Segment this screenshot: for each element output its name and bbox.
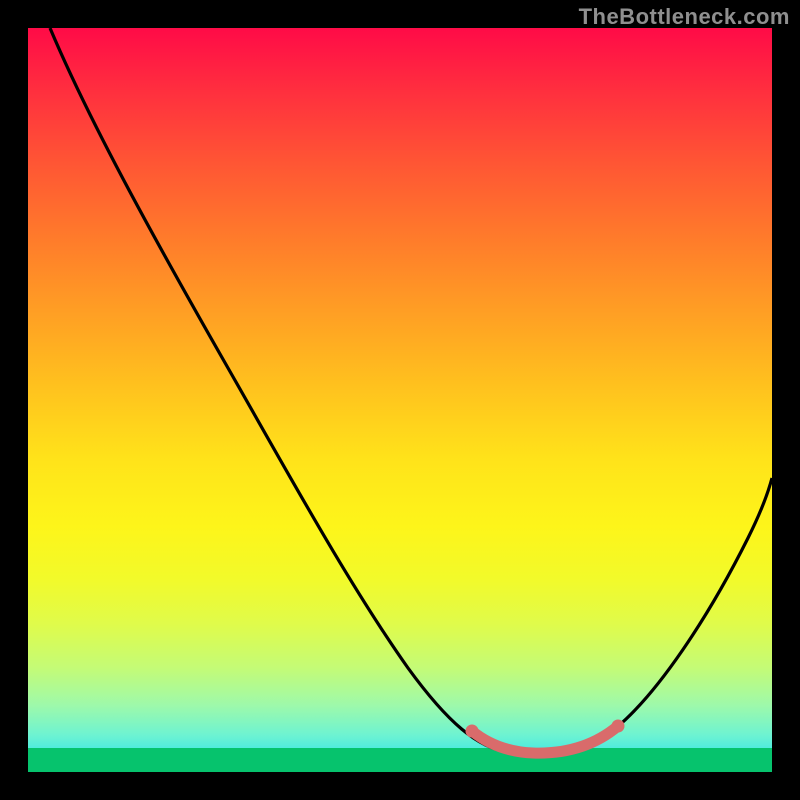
watermark-text: TheBottleneck.com [579, 4, 790, 30]
chart-plot-area [28, 28, 772, 772]
curve-path [50, 28, 772, 753]
sweet-spot-end-dot [612, 720, 625, 733]
bottleneck-curve [28, 28, 772, 772]
sweet-spot-start-dot [466, 725, 479, 738]
sweet-spot-path [472, 726, 618, 753]
